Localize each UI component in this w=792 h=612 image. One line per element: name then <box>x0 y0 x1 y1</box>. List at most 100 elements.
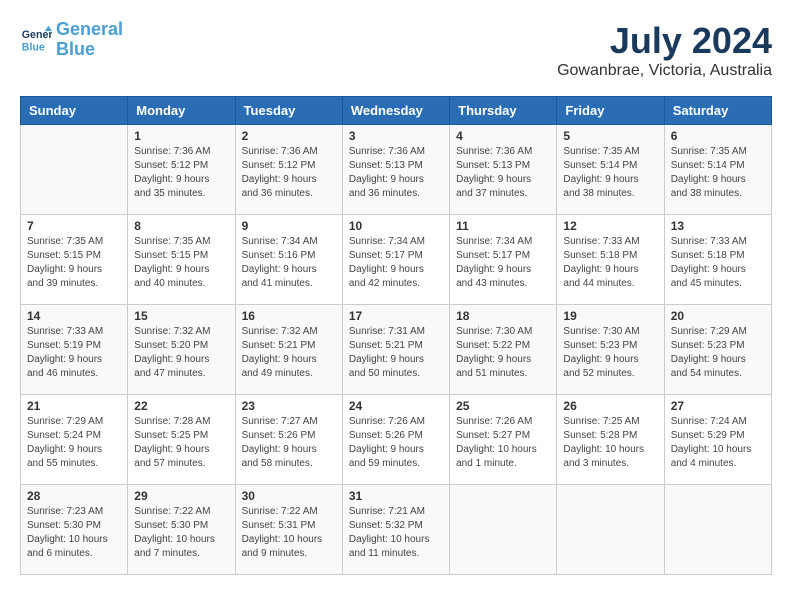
page-header: General Blue General Blue July 2024 Gowa… <box>20 20 772 80</box>
weekday-header-sunday: Sunday <box>21 97 128 125</box>
calendar-week-2: 7 Sunrise: 7:35 AM Sunset: 5:15 PM Daylig… <box>21 215 772 305</box>
logo: General Blue General Blue <box>20 20 123 60</box>
calendar-cell: 1 Sunrise: 7:36 AM Sunset: 5:12 PM Daylig… <box>128 125 235 215</box>
calendar-cell <box>450 485 557 575</box>
weekday-header-thursday: Thursday <box>450 97 557 125</box>
logo-line1: General <box>56 19 123 39</box>
calendar-cell: 25 Sunrise: 7:26 AM Sunset: 5:27 PM Dayli… <box>450 395 557 485</box>
day-info: Sunrise: 7:31 AM Sunset: 5:21 PM Dayligh… <box>349 325 443 381</box>
weekday-header-tuesday: Tuesday <box>235 97 342 125</box>
day-number: 19 <box>563 309 657 323</box>
day-info: Sunrise: 7:34 AM Sunset: 5:17 PM Dayligh… <box>349 235 443 291</box>
day-number: 6 <box>671 129 765 143</box>
day-info: Sunrise: 7:34 AM Sunset: 5:17 PM Dayligh… <box>456 235 550 291</box>
day-number: 8 <box>134 219 228 233</box>
day-info: Sunrise: 7:29 AM Sunset: 5:24 PM Dayligh… <box>27 415 121 471</box>
day-number: 2 <box>242 129 336 143</box>
calendar-cell <box>557 485 664 575</box>
day-info: Sunrise: 7:27 AM Sunset: 5:26 PM Dayligh… <box>242 415 336 471</box>
day-info: Sunrise: 7:25 AM Sunset: 5:28 PM Dayligh… <box>563 415 657 471</box>
logo-line2: Blue <box>56 39 95 59</box>
day-info: Sunrise: 7:26 AM Sunset: 5:26 PM Dayligh… <box>349 415 443 471</box>
calendar-cell: 19Sunrise: 7:30 AM Sunset: 5:23 PM Dayli… <box>557 305 664 395</box>
day-info: Sunrise: 7:32 AM Sunset: 5:20 PM Dayligh… <box>134 325 228 381</box>
calendar-cell: 5Sunrise: 7:35 AM Sunset: 5:14 PM Daylig… <box>557 125 664 215</box>
day-info: Sunrise: 7:33 AM Sunset: 5:18 PM Dayligh… <box>671 235 765 291</box>
day-number: 4 <box>456 129 550 143</box>
calendar-cell: 10 Sunrise: 7:34 AM Sunset: 5:17 PM Dayli… <box>342 215 449 305</box>
day-number: 10 <box>349 219 443 233</box>
calendar-week-1: 1 Sunrise: 7:36 AM Sunset: 5:12 PM Daylig… <box>21 125 772 215</box>
day-info: Sunrise: 7:35 AM Sunset: 5:14 PM Dayligh… <box>671 145 765 201</box>
calendar-cell: 6 Sunrise: 7:35 AM Sunset: 5:14 PM Daylig… <box>664 125 771 215</box>
calendar-cell: 16 Sunrise: 7:32 AM Sunset: 5:21 PM Dayli… <box>235 305 342 395</box>
calendar-cell: 13 Sunrise: 7:33 AM Sunset: 5:18 PM Dayli… <box>664 215 771 305</box>
day-number: 23 <box>242 399 336 413</box>
calendar-cell: 15Sunrise: 7:32 AM Sunset: 5:20 PM Dayli… <box>128 305 235 395</box>
day-info: Sunrise: 7:21 AM Sunset: 5:32 PM Dayligh… <box>349 505 443 561</box>
day-info: Sunrise: 7:35 AM Sunset: 5:14 PM Dayligh… <box>563 145 657 201</box>
calendar-cell: 26 Sunrise: 7:25 AM Sunset: 5:28 PM Dayli… <box>557 395 664 485</box>
calendar-cell: 4 Sunrise: 7:36 AM Sunset: 5:13 PM Daylig… <box>450 125 557 215</box>
day-info: Sunrise: 7:36 AM Sunset: 5:12 PM Dayligh… <box>242 145 336 201</box>
day-info: Sunrise: 7:23 AM Sunset: 5:30 PM Dayligh… <box>27 505 121 561</box>
calendar-cell: 28Sunrise: 7:23 AM Sunset: 5:30 PM Dayli… <box>21 485 128 575</box>
calendar-cell: 2 Sunrise: 7:36 AM Sunset: 5:12 PM Daylig… <box>235 125 342 215</box>
day-number: 9 <box>242 219 336 233</box>
day-number: 21 <box>27 399 121 413</box>
calendar-cell <box>664 485 771 575</box>
day-info: Sunrise: 7:36 AM Sunset: 5:12 PM Dayligh… <box>134 145 228 201</box>
day-number: 1 <box>134 129 228 143</box>
calendar-cell: 23 Sunrise: 7:27 AM Sunset: 5:26 PM Dayli… <box>235 395 342 485</box>
calendar-cell: 30 Sunrise: 7:22 AM Sunset: 5:31 PM Dayli… <box>235 485 342 575</box>
weekday-header-row: SundayMondayTuesdayWednesdayThursdayFrid… <box>21 97 772 125</box>
title-block: July 2024 Gowanbrae, Victoria, Australia <box>557 20 772 80</box>
day-info: Sunrise: 7:28 AM Sunset: 5:25 PM Dayligh… <box>134 415 228 471</box>
day-number: 16 <box>242 309 336 323</box>
calendar-cell: 7 Sunrise: 7:35 AM Sunset: 5:15 PM Daylig… <box>21 215 128 305</box>
calendar-cell: 20 Sunrise: 7:29 AM Sunset: 5:23 PM Dayli… <box>664 305 771 395</box>
calendar-cell: 17Sunrise: 7:31 AM Sunset: 5:21 PM Dayli… <box>342 305 449 395</box>
day-info: Sunrise: 7:36 AM Sunset: 5:13 PM Dayligh… <box>349 145 443 201</box>
weekday-header-monday: Monday <box>128 97 235 125</box>
calendar-table: SundayMondayTuesdayWednesdayThursdayFrid… <box>20 96 772 575</box>
logo-icon: General Blue <box>20 24 52 56</box>
day-info: Sunrise: 7:33 AM Sunset: 5:18 PM Dayligh… <box>563 235 657 291</box>
calendar-cell: 24Sunrise: 7:26 AM Sunset: 5:26 PM Dayli… <box>342 395 449 485</box>
day-info: Sunrise: 7:32 AM Sunset: 5:21 PM Dayligh… <box>242 325 336 381</box>
day-number: 12 <box>563 219 657 233</box>
calendar-cell: 31 Sunrise: 7:21 AM Sunset: 5:32 PM Dayli… <box>342 485 449 575</box>
calendar-week-4: 21 Sunrise: 7:29 AM Sunset: 5:24 PM Dayli… <box>21 395 772 485</box>
logo-text: General Blue <box>56 20 123 60</box>
day-info: Sunrise: 7:29 AM Sunset: 5:23 PM Dayligh… <box>671 325 765 381</box>
day-number: 20 <box>671 309 765 323</box>
month-title: July 2024 <box>557 20 772 62</box>
day-number: 7 <box>27 219 121 233</box>
day-info: Sunrise: 7:22 AM Sunset: 5:31 PM Dayligh… <box>242 505 336 561</box>
day-info: Sunrise: 7:22 AM Sunset: 5:30 PM Dayligh… <box>134 505 228 561</box>
day-number: 30 <box>242 489 336 503</box>
day-info: Sunrise: 7:26 AM Sunset: 5:27 PM Dayligh… <box>456 415 550 471</box>
day-number: 25 <box>456 399 550 413</box>
calendar-cell: 11 Sunrise: 7:34 AM Sunset: 5:17 PM Dayli… <box>450 215 557 305</box>
day-info: Sunrise: 7:36 AM Sunset: 5:13 PM Dayligh… <box>456 145 550 201</box>
calendar-cell: 22Sunrise: 7:28 AM Sunset: 5:25 PM Dayli… <box>128 395 235 485</box>
day-number: 26 <box>563 399 657 413</box>
calendar-week-3: 14Sunrise: 7:33 AM Sunset: 5:19 PM Dayli… <box>21 305 772 395</box>
calendar-cell: 3Sunrise: 7:36 AM Sunset: 5:13 PM Daylig… <box>342 125 449 215</box>
day-number: 31 <box>349 489 443 503</box>
calendar-cell: 29 Sunrise: 7:22 AM Sunset: 5:30 PM Dayli… <box>128 485 235 575</box>
day-number: 11 <box>456 219 550 233</box>
day-info: Sunrise: 7:33 AM Sunset: 5:19 PM Dayligh… <box>27 325 121 381</box>
day-number: 18 <box>456 309 550 323</box>
day-number: 13 <box>671 219 765 233</box>
calendar-cell: 9 Sunrise: 7:34 AM Sunset: 5:16 PM Daylig… <box>235 215 342 305</box>
location-subtitle: Gowanbrae, Victoria, Australia <box>557 62 772 80</box>
day-number: 27 <box>671 399 765 413</box>
calendar-cell: 8 Sunrise: 7:35 AM Sunset: 5:15 PM Daylig… <box>128 215 235 305</box>
day-info: Sunrise: 7:34 AM Sunset: 5:16 PM Dayligh… <box>242 235 336 291</box>
svg-text:Blue: Blue <box>22 41 45 53</box>
day-info: Sunrise: 7:35 AM Sunset: 5:15 PM Dayligh… <box>27 235 121 291</box>
day-number: 29 <box>134 489 228 503</box>
day-info: Sunrise: 7:35 AM Sunset: 5:15 PM Dayligh… <box>134 235 228 291</box>
